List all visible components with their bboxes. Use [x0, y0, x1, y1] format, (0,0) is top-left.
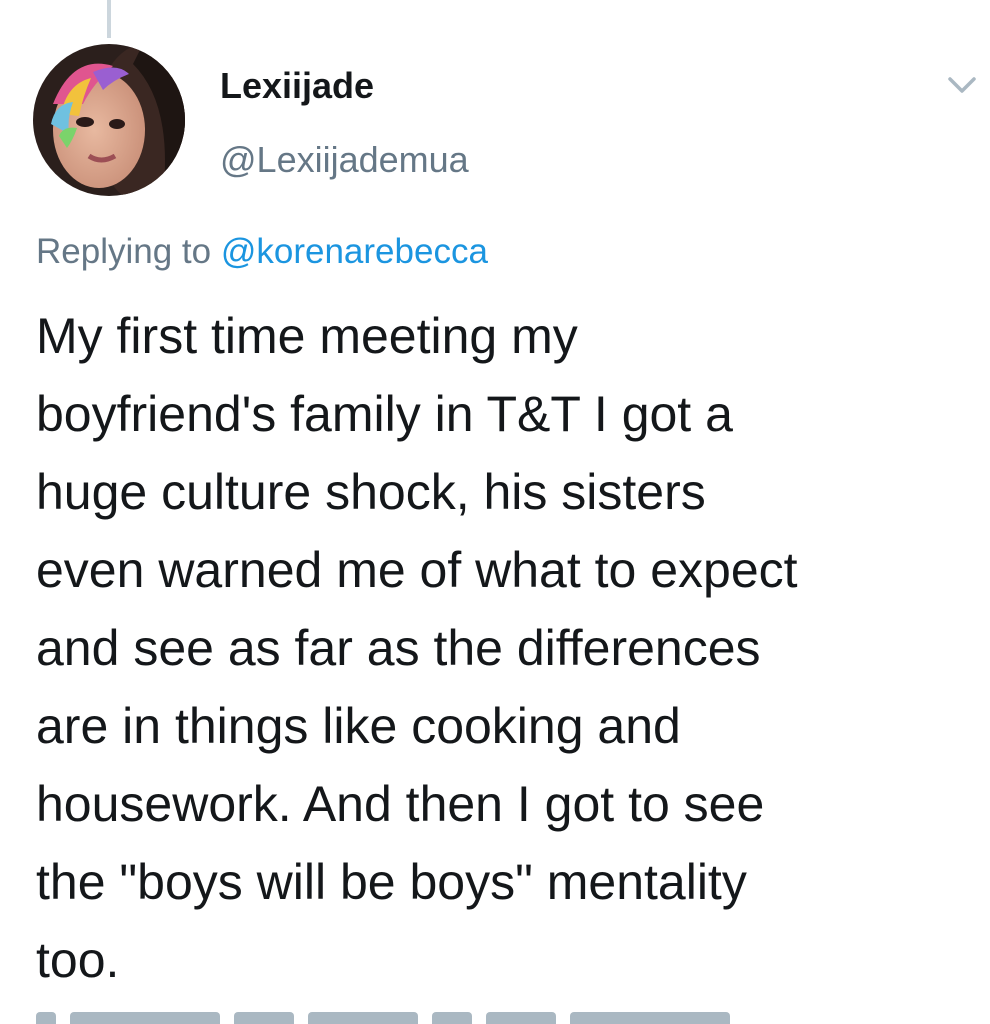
- tweet-text-line: huge culture shock, his sisters: [36, 464, 706, 520]
- tweet-text-line: boyfriend's family in T&T I got a: [36, 386, 733, 442]
- avatar[interactable]: [33, 44, 185, 196]
- author-display-name[interactable]: Lexiijade: [220, 64, 374, 108]
- tweet-text-line: are in things like cooking and: [36, 698, 681, 754]
- avatar-image: [33, 44, 185, 196]
- replying-to-line: Replying to @korenarebecca: [36, 230, 488, 274]
- thread-connector-line: [107, 0, 111, 38]
- author-handle[interactable]: @Lexiijademua: [220, 138, 469, 182]
- tweet-text-line: the "boys will be boys" mentality: [36, 854, 747, 910]
- replying-to-label: Replying to: [36, 232, 212, 271]
- tweet-text-line: and see as far as the differences: [36, 620, 761, 676]
- tweet-text-line: housework. And then I got to see: [36, 776, 765, 832]
- tweet-text-line: even warned me of what to expect: [36, 542, 798, 598]
- tweet-text-line: My first time meeting my: [36, 308, 578, 364]
- cut-off-text-row: [36, 1012, 796, 1024]
- tweet-text-line: too.: [36, 932, 120, 988]
- chevron-down-icon[interactable]: [944, 70, 980, 100]
- tweet-text: My first time meeting my boyfriend's fam…: [36, 297, 984, 999]
- reply-mention-link[interactable]: @korenarebecca: [221, 232, 488, 271]
